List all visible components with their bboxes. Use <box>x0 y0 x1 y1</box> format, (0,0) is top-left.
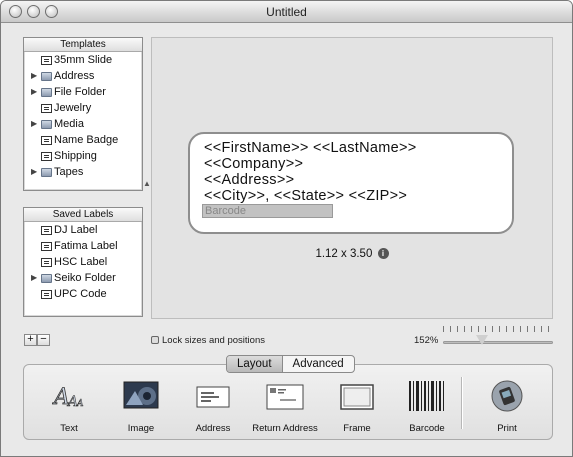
info-icon[interactable]: i <box>377 248 389 260</box>
disclosure-triangle-icon[interactable]: ▶ <box>31 84 37 100</box>
window-title: Untitled <box>266 5 307 19</box>
add-button[interactable]: + <box>24 334 37 346</box>
label-icon <box>41 290 52 299</box>
return-address-tool-icon <box>266 384 304 410</box>
main-window: Untitled Templates 35mm Slide ▶ Address ▶ Fi… <box>0 0 573 457</box>
return-address-tool-label: Return Address <box>252 423 318 434</box>
list-item[interactable]: ▶ Seiko Folder <box>24 270 142 286</box>
label-icon <box>41 258 52 267</box>
list-item-label: Tapes <box>54 166 84 178</box>
label-size-text: 1.12 x 3.50 <box>315 248 373 260</box>
list-item-label: Media <box>54 118 84 130</box>
list-item[interactable]: ▶ Address <box>24 68 142 84</box>
label-line[interactable]: <<Address>> <box>204 172 294 188</box>
folder-icon <box>41 72 52 81</box>
saved-labels-header: Saved Labels <box>24 208 142 222</box>
tab-advanced[interactable]: Advanced <box>283 356 354 372</box>
saved-labels-panel: Saved Labels DJ Label Fatima Label HSC Lab… <box>23 207 143 317</box>
tab-bar: Layout Advanced <box>226 355 355 373</box>
tab-layout[interactable]: Layout <box>227 356 283 372</box>
toolbar-separator <box>461 377 462 429</box>
list-item-label: Shipping <box>54 150 97 162</box>
list-item-label: Seiko Folder <box>54 272 116 284</box>
split-handle[interactable]: ▲ <box>143 179 151 188</box>
text-tool-icon: A A A <box>52 385 84 411</box>
list-item-label: Name Badge <box>54 134 119 146</box>
label-line[interactable]: <<FirstName>> <<LastName>> <box>204 140 417 156</box>
list-item-label: UPC Code <box>54 288 107 300</box>
barcode-tool-label: Barcode <box>409 423 445 434</box>
list-item[interactable]: ▶ Tapes <box>24 164 142 180</box>
barcode-placeholder[interactable]: Barcode <box>202 204 333 218</box>
address-tool-label: Address <box>195 423 231 434</box>
label-icon <box>41 152 52 161</box>
label-icon <box>41 104 52 113</box>
label-canvas[interactable]: <<FirstName>> <<LastName>> <<Company>> <… <box>151 37 553 319</box>
list-item[interactable]: Jewelry <box>24 100 142 116</box>
list-item[interactable]: HSC Label <box>24 254 142 270</box>
list-item-label: Fatima Label <box>54 240 118 252</box>
label-icon <box>41 242 52 251</box>
zoom-percentage: 152% <box>414 335 439 346</box>
print-tool-label: Print <box>497 423 517 434</box>
list-item[interactable]: ▶ File Folder <box>24 84 142 100</box>
list-item[interactable]: 35mm Slide <box>24 52 142 68</box>
remove-button[interactable]: − <box>37 334 50 346</box>
label-preview[interactable]: <<FirstName>> <<LastName>> <<Company>> <… <box>188 132 514 234</box>
disclosure-triangle-icon[interactable]: ▶ <box>31 270 37 286</box>
svg-text:A: A <box>76 399 84 409</box>
label-size-readout: 1.12 x 3.50 i <box>152 248 552 260</box>
list-item[interactable]: Fatima Label <box>24 238 142 254</box>
list-item-label: DJ Label <box>54 224 98 236</box>
lock-control[interactable]: Lock sizes and positions <box>151 335 265 346</box>
disclosure-triangle-icon[interactable]: ▶ <box>31 68 37 84</box>
list-item[interactable]: Name Badge <box>24 132 142 148</box>
list-item[interactable]: ▶ Media <box>24 116 142 132</box>
label-icon <box>41 136 52 145</box>
lock-label: Lock sizes and positions <box>162 335 265 346</box>
list-item-label: HSC Label <box>54 256 108 268</box>
saved-labels-list: DJ Label Fatima Label HSC Label ▶ Seiko Fold… <box>24 222 142 302</box>
label-line[interactable]: <<City>>, <<State>> <<ZIP>> <box>204 188 407 204</box>
tool-palette: A A A Text Image Address Return Address … <box>23 364 553 440</box>
label-icon <box>41 226 52 235</box>
zoom-slider-ticks <box>443 326 553 332</box>
list-item-label: File Folder <box>54 86 106 98</box>
address-tool-icon <box>196 386 230 408</box>
list-item-label: 35mm Slide <box>54 54 113 66</box>
image-tool-icon <box>123 381 159 409</box>
lock-icon[interactable] <box>151 336 159 345</box>
text-tool-label: Text <box>60 423 78 434</box>
zoom-slider[interactable] <box>443 326 553 345</box>
print-tool-icon <box>491 380 523 412</box>
label-icon <box>41 56 52 65</box>
label-line[interactable]: <<Company>> <box>204 156 303 172</box>
templates-header: Templates <box>24 38 142 52</box>
templates-panel: Templates 35mm Slide ▶ Address ▶ File Folder… <box>23 37 143 191</box>
folder-icon <box>41 88 52 97</box>
list-item-label: Address <box>54 70 95 82</box>
list-item[interactable]: UPC Code <box>24 286 142 302</box>
templates-list: 35mm Slide ▶ Address ▶ File Folder Jewelry ▶ Me… <box>24 52 142 180</box>
frame-tool-icon <box>340 384 374 410</box>
list-item[interactable]: DJ Label <box>24 222 142 238</box>
folder-icon <box>41 120 52 129</box>
list-item[interactable]: Shipping <box>24 148 142 164</box>
title-bar: Untitled <box>1 1 572 23</box>
zoom-slider-thumb[interactable] <box>476 335 488 345</box>
image-tool-label: Image <box>127 423 155 434</box>
folder-icon <box>41 168 52 177</box>
disclosure-triangle-icon[interactable]: ▶ <box>31 164 37 180</box>
barcode-tool-icon <box>409 381 444 411</box>
frame-tool-label: Frame <box>343 423 371 434</box>
zoom-slider-track[interactable] <box>443 341 553 344</box>
list-item-label: Jewelry <box>54 102 92 114</box>
disclosure-triangle-icon[interactable]: ▶ <box>31 116 37 132</box>
folder-icon <box>41 274 52 283</box>
